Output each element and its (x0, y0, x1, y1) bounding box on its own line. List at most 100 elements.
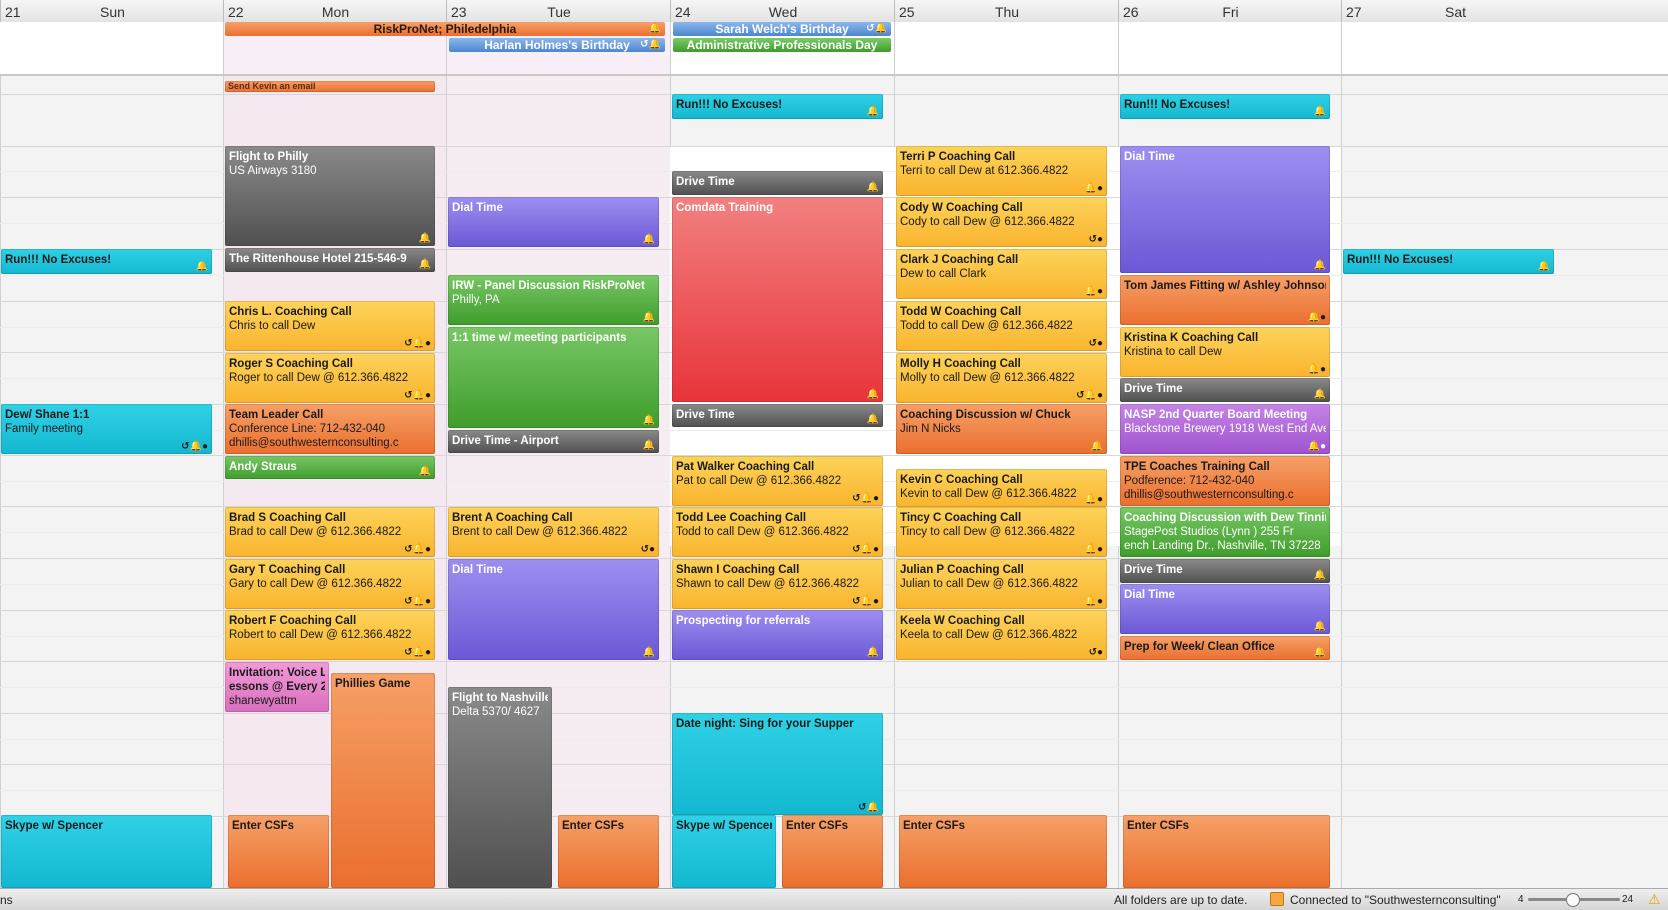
event-phillies-game[interactable]: Phillies Game (331, 673, 435, 888)
event-dial-time-tue-2[interactable]: Dial Time 🔔 (448, 559, 659, 660)
event-title: Drive Time (1124, 564, 1183, 576)
event-clark-coaching-call[interactable]: Clark J Coaching Call Dew to call Clark … (896, 249, 1107, 299)
attendees-icon: ↺🔔● (852, 544, 879, 555)
all-day-event-riskpronet[interactable]: RiskProNet; Philedelphia 🔔 (225, 22, 665, 36)
event-prospecting-referrals[interactable]: Prospecting for referrals 🔔 (672, 610, 883, 660)
event-enter-csfs-thu[interactable]: Enter CSFs (899, 815, 1107, 888)
event-team-leader-call[interactable]: Team Leader Call Conference Line: 712-43… (225, 404, 435, 454)
event-tpe-coaches-training[interactable]: TPE Coaches Training Call Podference: 71… (1120, 456, 1330, 506)
event-detail: Keela to call Dew @ 612.366.4822 (900, 629, 1078, 641)
event-irw-panel-discussion[interactable]: IRW - Panel Discussion RiskProNet Philly… (448, 275, 659, 325)
event-kristina-coaching-call[interactable]: Kristina K Coaching Call Kristina to cal… (1120, 327, 1330, 377)
event-brad-coaching-call[interactable]: Brad S Coaching Call Brad to call Dew @ … (225, 507, 435, 557)
event-one-on-one-time[interactable]: 1:1 time w/ meeting participants 🔔 (448, 327, 659, 428)
event-detail: Brad to call Dew @ 612.366.4822 (229, 526, 402, 538)
event-enter-csfs-tue[interactable]: Enter CSFs (558, 815, 659, 888)
event-drive-time-fri[interactable]: Drive Time 🔔 (1120, 378, 1330, 402)
event-pat-walker-coaching-call[interactable]: Pat Walker Coaching Call Pat to call Dew… (672, 456, 883, 506)
event-prep-for-week[interactable]: Prep for Week/ Clean Office 🔔 (1120, 636, 1330, 660)
event-title: Phillies Game (335, 678, 411, 690)
event-enter-csfs-wed[interactable]: Enter CSFs (782, 815, 883, 888)
event-dial-time-tue[interactable]: Dial Time 🔔 (448, 197, 659, 247)
event-title: Sarah Welch's Birthday (715, 22, 849, 36)
event-kevin-coaching-call[interactable]: Kevin C Coaching Call Kevin to call Dew … (896, 469, 1107, 507)
event-cody-coaching-call[interactable]: Cody W Coaching Call Cody to call Dew @ … (896, 197, 1107, 247)
event-invitation-voice-lessons[interactable]: Invitation: Voice L essons @ Every 2 sha… (225, 662, 329, 712)
day-header-tue[interactable]: 23 Tue (446, 0, 671, 22)
week-grid[interactable]: Send Kevin an email Flight to Philly US … (0, 76, 1668, 888)
event-title: Drive Time (1124, 383, 1183, 395)
day-header-wed[interactable]: 24 Wed (670, 0, 895, 22)
event-terri-coaching-call[interactable]: Terri P Coaching Call Terri to call Dew … (896, 146, 1107, 196)
event-run-no-excuses-sun[interactable]: Run!!! No Excuses! 🔔 (1, 249, 212, 274)
event-todd-lee-coaching-call[interactable]: Todd Lee Coaching Call Todd to call Dew … (672, 507, 883, 557)
event-drive-time-wed[interactable]: Drive Time 🔔 (672, 171, 883, 195)
all-day-column (1118, 22, 1342, 74)
attendees-icon: ↺🔔● (404, 596, 431, 607)
event-skype-spencer-sun[interactable]: Skype w/ Spencer (1, 815, 212, 888)
event-title: Dial Time (452, 564, 503, 576)
event-enter-csfs-fri[interactable]: Enter CSFs (1123, 815, 1330, 888)
event-brent-coaching-call[interactable]: Brent A Coaching Call Brent to call Dew … (448, 507, 659, 557)
all-day-event-sarah-birthday[interactable]: Sarah Welch's Birthday ↺🔔 (673, 22, 891, 36)
event-tom-james-fitting[interactable]: Tom James Fitting w/ Ashley Johnson 🔔● (1120, 275, 1330, 325)
event-gary-coaching-call[interactable]: Gary T Coaching Call Gary to call Dew @ … (225, 559, 435, 609)
event-title: Brent A Coaching Call (452, 512, 573, 524)
event-title: Coaching Discussion w/ Chuck (900, 409, 1071, 421)
event-dew-shane-one-on-one[interactable]: Dew/ Shane 1:1 Family meeting ↺🔔● (1, 404, 212, 454)
event-title: Robert F Coaching Call (229, 615, 357, 627)
event-drive-time-wed-2[interactable]: Drive Time 🔔 (672, 404, 883, 427)
event-run-no-excuses-sat[interactable]: Run!!! No Excuses! 🔔 (1343, 249, 1554, 274)
event-drive-time-airport[interactable]: Drive Time - Airport 🔔 (448, 430, 659, 453)
attendees-icon: ↺● (1088, 234, 1103, 245)
day-header-sat[interactable]: 27 Sat (1341, 0, 1569, 22)
warning-icon[interactable]: ⚠ (1648, 891, 1661, 908)
day-header-thu[interactable]: 25 Thu (894, 0, 1119, 22)
all-day-band: RiskProNet; Philedelphia 🔔 Sarah Welch's… (0, 22, 1668, 76)
event-dial-time-fri-2[interactable]: Dial Time 🔔 (1120, 584, 1330, 634)
event-coaching-discussion-chuck[interactable]: Coaching Discussion w/ Chuck Jim N Nicks… (896, 404, 1107, 454)
event-flight-to-nashville[interactable]: Flight to Nashville Delta 5370/ 4627 (448, 687, 552, 888)
event-run-no-excuses-fri[interactable]: Run!!! No Excuses! 🔔 (1120, 94, 1330, 119)
event-dial-time-fri[interactable]: Dial Time 🔔 (1120, 146, 1330, 273)
all-day-event-harlan-birthday[interactable]: Harlan Holmes's Birthday ↺🔔 (449, 38, 665, 52)
event-detail: Delta 5370/ 4627 (452, 706, 540, 718)
event-detail: Family meeting (5, 423, 83, 435)
all-day-column (1341, 22, 1569, 74)
event-roger-coaching-call[interactable]: Roger S Coaching Call Roger to call Dew … (225, 353, 435, 403)
bell-icon: 🔔 (648, 23, 661, 34)
event-andy-straus[interactable]: Andy Straus 🔔 (225, 456, 435, 479)
event-robert-coaching-call[interactable]: Robert F Coaching Call Robert to call De… (225, 610, 435, 660)
attendees-icon: ↺● (1088, 647, 1103, 658)
event-title: Roger S Coaching Call (229, 358, 353, 370)
event-comdata-training[interactable]: Comdata Training 🔔 (672, 197, 883, 402)
event-molly-coaching-call[interactable]: Molly H Coaching Call Molly to call Dew … (896, 353, 1107, 403)
event-send-kevin-email[interactable]: Send Kevin an email (225, 81, 435, 92)
event-detail: Philly, PA (452, 294, 500, 306)
event-skype-spencer-wed[interactable]: Skype w/ Spencer (672, 815, 776, 888)
event-keela-coaching-call[interactable]: Keela W Coaching Call Keela to call Dew … (896, 610, 1107, 660)
event-title: Gary T Coaching Call (229, 564, 346, 576)
day-header-mon[interactable]: 22 Mon (223, 0, 447, 22)
event-enter-csfs-mon[interactable]: Enter CSFs (228, 815, 329, 888)
event-julian-coaching-call[interactable]: Julian P Coaching Call Julian to call De… (896, 559, 1107, 609)
event-title: Skype w/ Spencer (5, 820, 103, 832)
all-day-event-admin-day[interactable]: Administrative Professionals Day (673, 38, 891, 52)
event-title: Prospecting for referrals (676, 615, 811, 627)
event-shawn-coaching-call[interactable]: Shawn I Coaching Call Shawn to call Dew … (672, 559, 883, 609)
event-chris-coaching-call[interactable]: Chris L. Coaching Call Chris to call Dew… (225, 301, 435, 351)
zoom-slider-knob[interactable] (1566, 893, 1580, 907)
event-date-night[interactable]: Date night: Sing for your Supper ↺🔔 (672, 713, 883, 815)
event-run-no-excuses-wed[interactable]: Run!!! No Excuses! 🔔 (672, 94, 883, 119)
event-flight-to-philly[interactable]: Flight to Philly US Airways 3180 🔔 (225, 146, 435, 246)
event-coaching-discussion-tinnin[interactable]: Coaching Discussion with Dew Tinnin Stag… (1120, 507, 1330, 557)
day-header-fri[interactable]: 26 Fri (1118, 0, 1342, 22)
attendees-icon: 🔔● (1084, 544, 1104, 555)
event-nasp-board-meeting[interactable]: NASP 2nd Quarter Board Meeting Blackston… (1120, 404, 1330, 454)
event-drive-time-fri-2[interactable]: Drive Time 🔔 (1120, 559, 1330, 583)
event-tincy-coaching-call[interactable]: Tincy C Coaching Call Tincy to call Dew … (896, 507, 1107, 557)
event-rittenhouse-hotel[interactable]: The Rittenhouse Hotel 215-546-9 🔔 (225, 248, 435, 272)
event-todd-w-coaching-call[interactable]: Todd W Coaching Call Todd to call Dew @ … (896, 301, 1107, 351)
bell-icon: 🔔 (642, 440, 655, 451)
day-header-sun[interactable]: 21 Sun (0, 0, 224, 22)
